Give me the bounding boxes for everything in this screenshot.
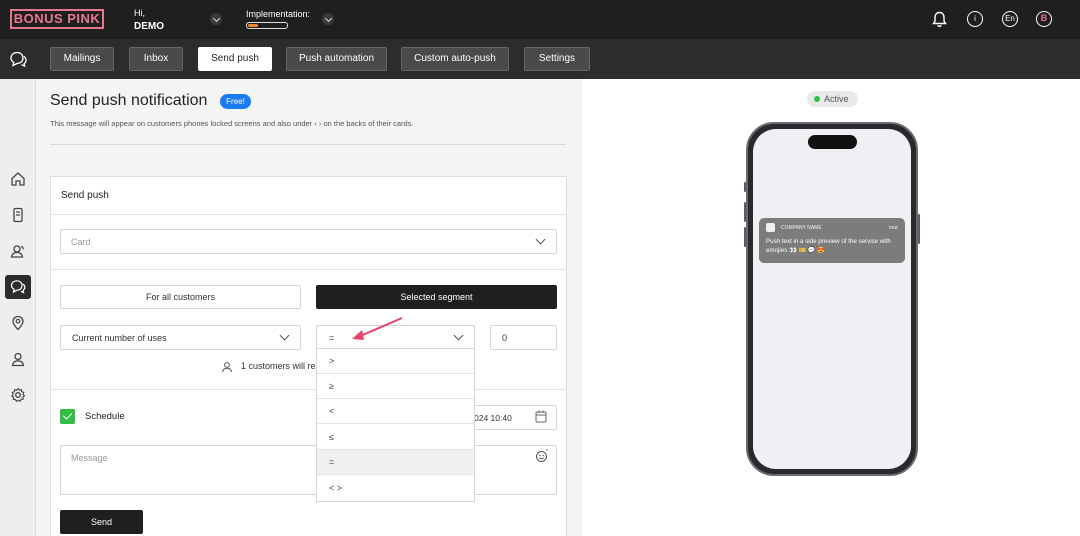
operator-option-label: ≥ [329,381,334,391]
location-icon [12,315,24,331]
sidebar-item-settings[interactable] [5,383,31,407]
operator-option[interactable]: ≥ [317,374,474,399]
operator-option[interactable]: ≤ [317,425,474,450]
divider [50,144,566,145]
bell-icon[interactable] [932,11,947,28]
customers-icon [10,245,24,258]
sidebar-item-chat[interactable] [5,275,31,299]
notification-time: now [888,225,898,231]
condition-select-value: Current number of uses [72,333,167,343]
condition-select[interactable]: Current number of uses [60,325,301,350]
schedule-label: Schedule [85,411,125,422]
tab-push-automation[interactable]: Push automation [286,47,387,71]
divider [51,214,566,215]
operator-option-label: < [329,406,335,416]
operator-option[interactable]: < > [317,476,474,501]
customers-icon [222,362,232,373]
sidebar-item-location[interactable] [5,311,31,335]
divider [51,269,566,270]
greeting: Hi, DEMO [134,8,164,32]
avatar[interactable]: B [1036,11,1052,27]
card-select-placeholder: Card [71,237,91,247]
card-title: Send push [61,190,109,201]
send-button[interactable]: Send [60,510,143,534]
operator-option-label: < > [329,483,343,493]
status-badge: Active [807,91,858,107]
gear-icon [10,387,26,403]
card-select[interactable]: Card [60,229,557,254]
push-notification-preview: COMPANY NAME now Push text in a side pre… [759,218,905,263]
operator-option[interactable]: < [317,399,474,424]
language-switch[interactable]: En [1002,11,1018,27]
message-placeholder: Message [71,453,108,463]
send-push-card: Send push Card For all customers Selecte… [50,176,567,536]
home-icon [11,172,25,186]
account-chevron-down-icon[interactable] [210,13,222,25]
operator-option-label: = [329,457,335,467]
user-name: DEMO [134,21,164,32]
selected-segment-button[interactable]: Selected segment [316,285,557,309]
implementation-chevron-down-icon[interactable] [322,13,334,25]
sidebar-item-home[interactable] [5,167,31,191]
main-panel: Send push notification Free! This messag… [36,79,582,536]
operator-option-label: > [329,356,335,366]
chat-icon [10,280,26,294]
message-textarea[interactable]: Message [60,445,557,495]
chevron-down-icon [535,234,546,245]
implementation-label: Implementation: [246,9,311,19]
operator-dropdown-list: > ≥ < ≤ = < > [316,348,475,502]
implementation-progress [246,22,288,29]
number-input-value: 0 [502,333,508,343]
top-bar: BONUS PINK Hi, DEMO Implementation: i En… [0,0,1080,39]
free-badge: Free! [220,94,251,109]
dynamic-island [808,135,857,149]
tab-settings[interactable]: Settings [524,47,590,71]
sidebar-item-users[interactable] [5,347,31,371]
notification-company: COMPANY NAME [781,225,822,231]
tab-send-push[interactable]: Send push [198,47,272,71]
notification-text: Push text in a side preview of the servi… [766,238,891,254]
implementation-progress-fill [248,24,258,27]
for-all-customers-button[interactable]: For all customers [60,285,301,309]
phone-mockup: COMPANY NAME now Push text in a side pre… [746,122,918,476]
chat-icon[interactable] [9,51,27,67]
emoji-icon[interactable]: * [535,449,549,463]
card-icon [13,207,23,223]
operator-select-value: = [329,333,335,343]
operator-option[interactable]: > [317,349,474,374]
chevron-down-icon [279,330,290,341]
schedule-checkbox[interactable] [60,409,75,424]
phone-screen: COMPANY NAME now Push text in a side pre… [753,129,911,469]
sidebar [0,79,36,536]
logo[interactable]: BONUS PINK [10,9,104,29]
operator-option-highlighted[interactable]: = [317,450,474,475]
user-icon [11,352,25,367]
page-subtitle: This message will appear on customers ph… [50,119,414,128]
annotation-arrow-icon [352,317,403,340]
schedule-date-value: 024 10:40 [474,413,512,423]
number-input[interactable]: 0 [490,325,557,350]
operator-option-label: ≤ [329,432,334,442]
divider [51,389,566,390]
tab-custom-auto-push[interactable]: Custom auto-push [401,47,509,71]
greeting-text: Hi, [134,8,145,18]
phone-preview-panel: Active COMPANY NAME now Push text in a s… [582,79,1080,536]
nav-bar: Mailings Inbox Send push Push automation… [0,39,1080,79]
tab-inbox[interactable]: Inbox [129,47,183,71]
sidebar-item-customers[interactable] [5,239,31,263]
info-icon[interactable]: i [967,11,983,27]
phone-side-button [918,214,920,244]
svg-text:*: * [546,449,548,455]
customers-count: 1 customers will rec [241,361,321,371]
calendar-icon[interactable] [535,410,547,423]
tab-mailings[interactable]: Mailings [50,47,114,71]
chevron-down-icon [453,330,464,341]
page-title: Send push notification [50,92,208,109]
app-icon [766,223,775,232]
sidebar-item-cards[interactable] [5,203,31,227]
